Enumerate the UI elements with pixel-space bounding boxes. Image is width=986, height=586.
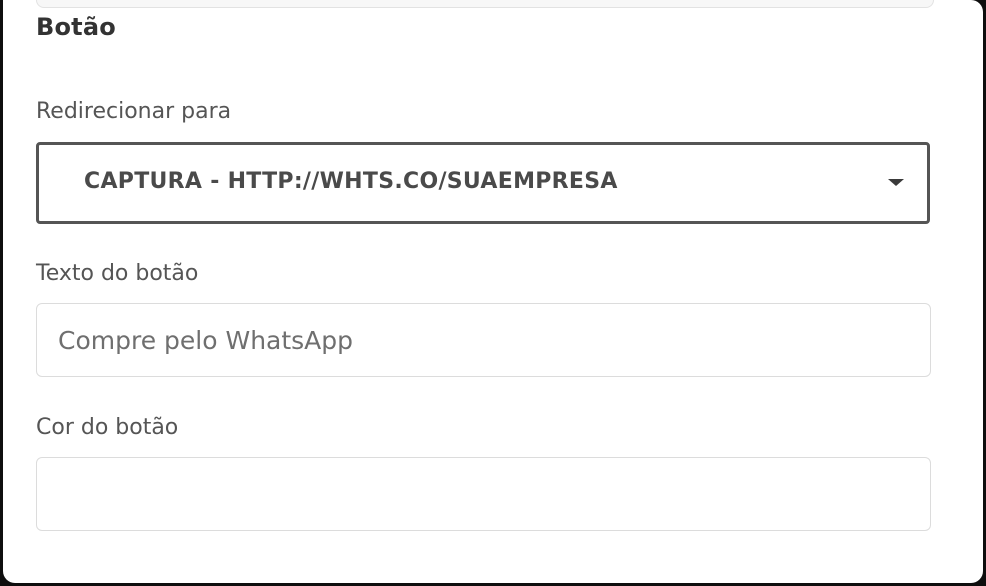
- button-color-label: Cor do botão: [36, 415, 179, 440]
- button-color-input[interactable]: [36, 457, 931, 531]
- previous-field-edge: [36, 0, 934, 8]
- button-text-input[interactable]: [36, 303, 931, 377]
- button-text-label: Texto do botão: [36, 261, 199, 286]
- button-settings-panel: Botão Redirecionar para CAPTURA - HTTP:/…: [3, 0, 983, 583]
- redirect-label: Redirecionar para: [36, 99, 232, 124]
- redirect-select[interactable]: CAPTURA - HTTP://WHTS.CO/SUAEMPRESA: [36, 142, 930, 224]
- redirect-select-value: CAPTURA - HTTP://WHTS.CO/SUAEMPRESA: [84, 169, 618, 194]
- caret-down-icon: [888, 179, 904, 186]
- section-title: Botão: [36, 13, 116, 41]
